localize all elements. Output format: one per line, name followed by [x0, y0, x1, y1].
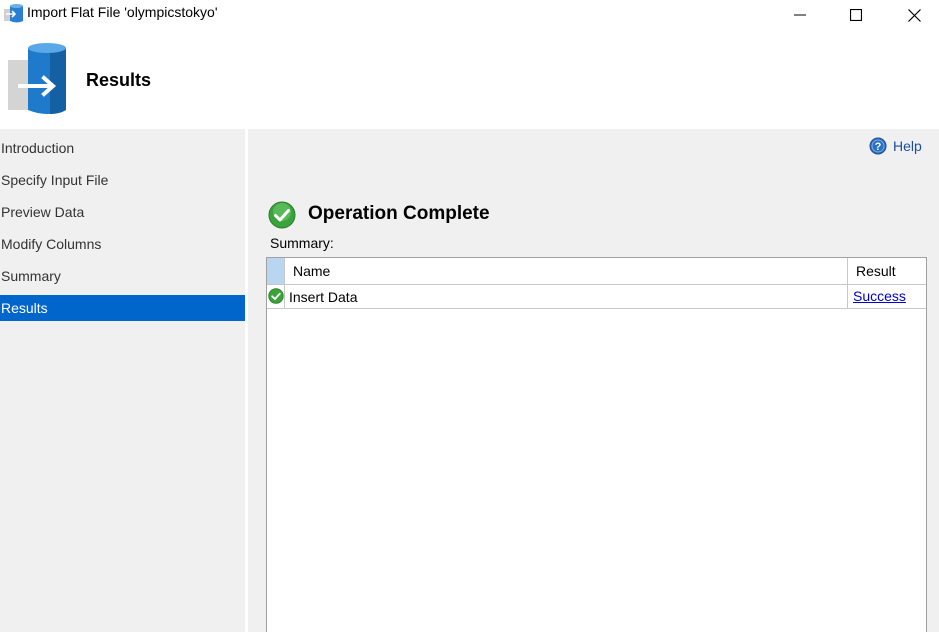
- close-icon: [907, 8, 921, 22]
- column-header-name[interactable]: Name: [293, 263, 330, 279]
- sidebar-item-introduction[interactable]: Introduction: [0, 135, 245, 161]
- maximize-button[interactable]: [827, 0, 885, 30]
- page-header: Results: [0, 30, 939, 129]
- database-import-icon: [8, 43, 66, 115]
- success-check-icon: [268, 201, 296, 229]
- window-title: Import Flat File 'olympicstokyo': [27, 4, 218, 20]
- sidebar-item-preview-data[interactable]: Preview Data: [0, 199, 245, 225]
- row-selector-header[interactable]: [267, 258, 285, 284]
- app-icon: [4, 4, 23, 23]
- help-link[interactable]: ? Help: [869, 137, 922, 155]
- wizard-steps-sidebar: Introduction Specify Input File Preview …: [0, 129, 245, 632]
- summary-label: Summary:: [270, 235, 334, 251]
- title-bar: Import Flat File 'olympicstokyo': [0, 0, 939, 30]
- column-header-result[interactable]: Result: [856, 263, 896, 279]
- sidebar-item-modify-columns[interactable]: Modify Columns: [0, 231, 245, 257]
- minimize-icon: [794, 14, 806, 16]
- svg-text:?: ?: [875, 141, 882, 153]
- main-panel: ? Help Operation Complete Summary: Name …: [248, 129, 939, 632]
- results-table: Name Result Insert Data Success: [266, 257, 927, 632]
- row-name-cell: Insert Data: [289, 289, 358, 305]
- operation-status-title: Operation Complete: [308, 203, 490, 224]
- close-button[interactable]: [885, 0, 939, 30]
- sidebar-item-specify-input-file[interactable]: Specify Input File: [0, 167, 245, 193]
- page-title: Results: [86, 70, 152, 90]
- table-header: Name Result: [267, 258, 926, 285]
- sidebar-item-summary[interactable]: Summary: [0, 263, 245, 289]
- minimize-button[interactable]: [771, 0, 829, 30]
- sidebar-item-results[interactable]: Results: [0, 295, 245, 321]
- row-result-link[interactable]: Success: [853, 288, 906, 304]
- row-selector[interactable]: [267, 285, 285, 308]
- maximize-icon: [850, 9, 862, 21]
- success-check-icon: [268, 288, 284, 304]
- table-row[interactable]: Insert Data Success: [267, 285, 926, 309]
- help-icon: ?: [869, 137, 887, 155]
- help-label: Help: [893, 138, 922, 154]
